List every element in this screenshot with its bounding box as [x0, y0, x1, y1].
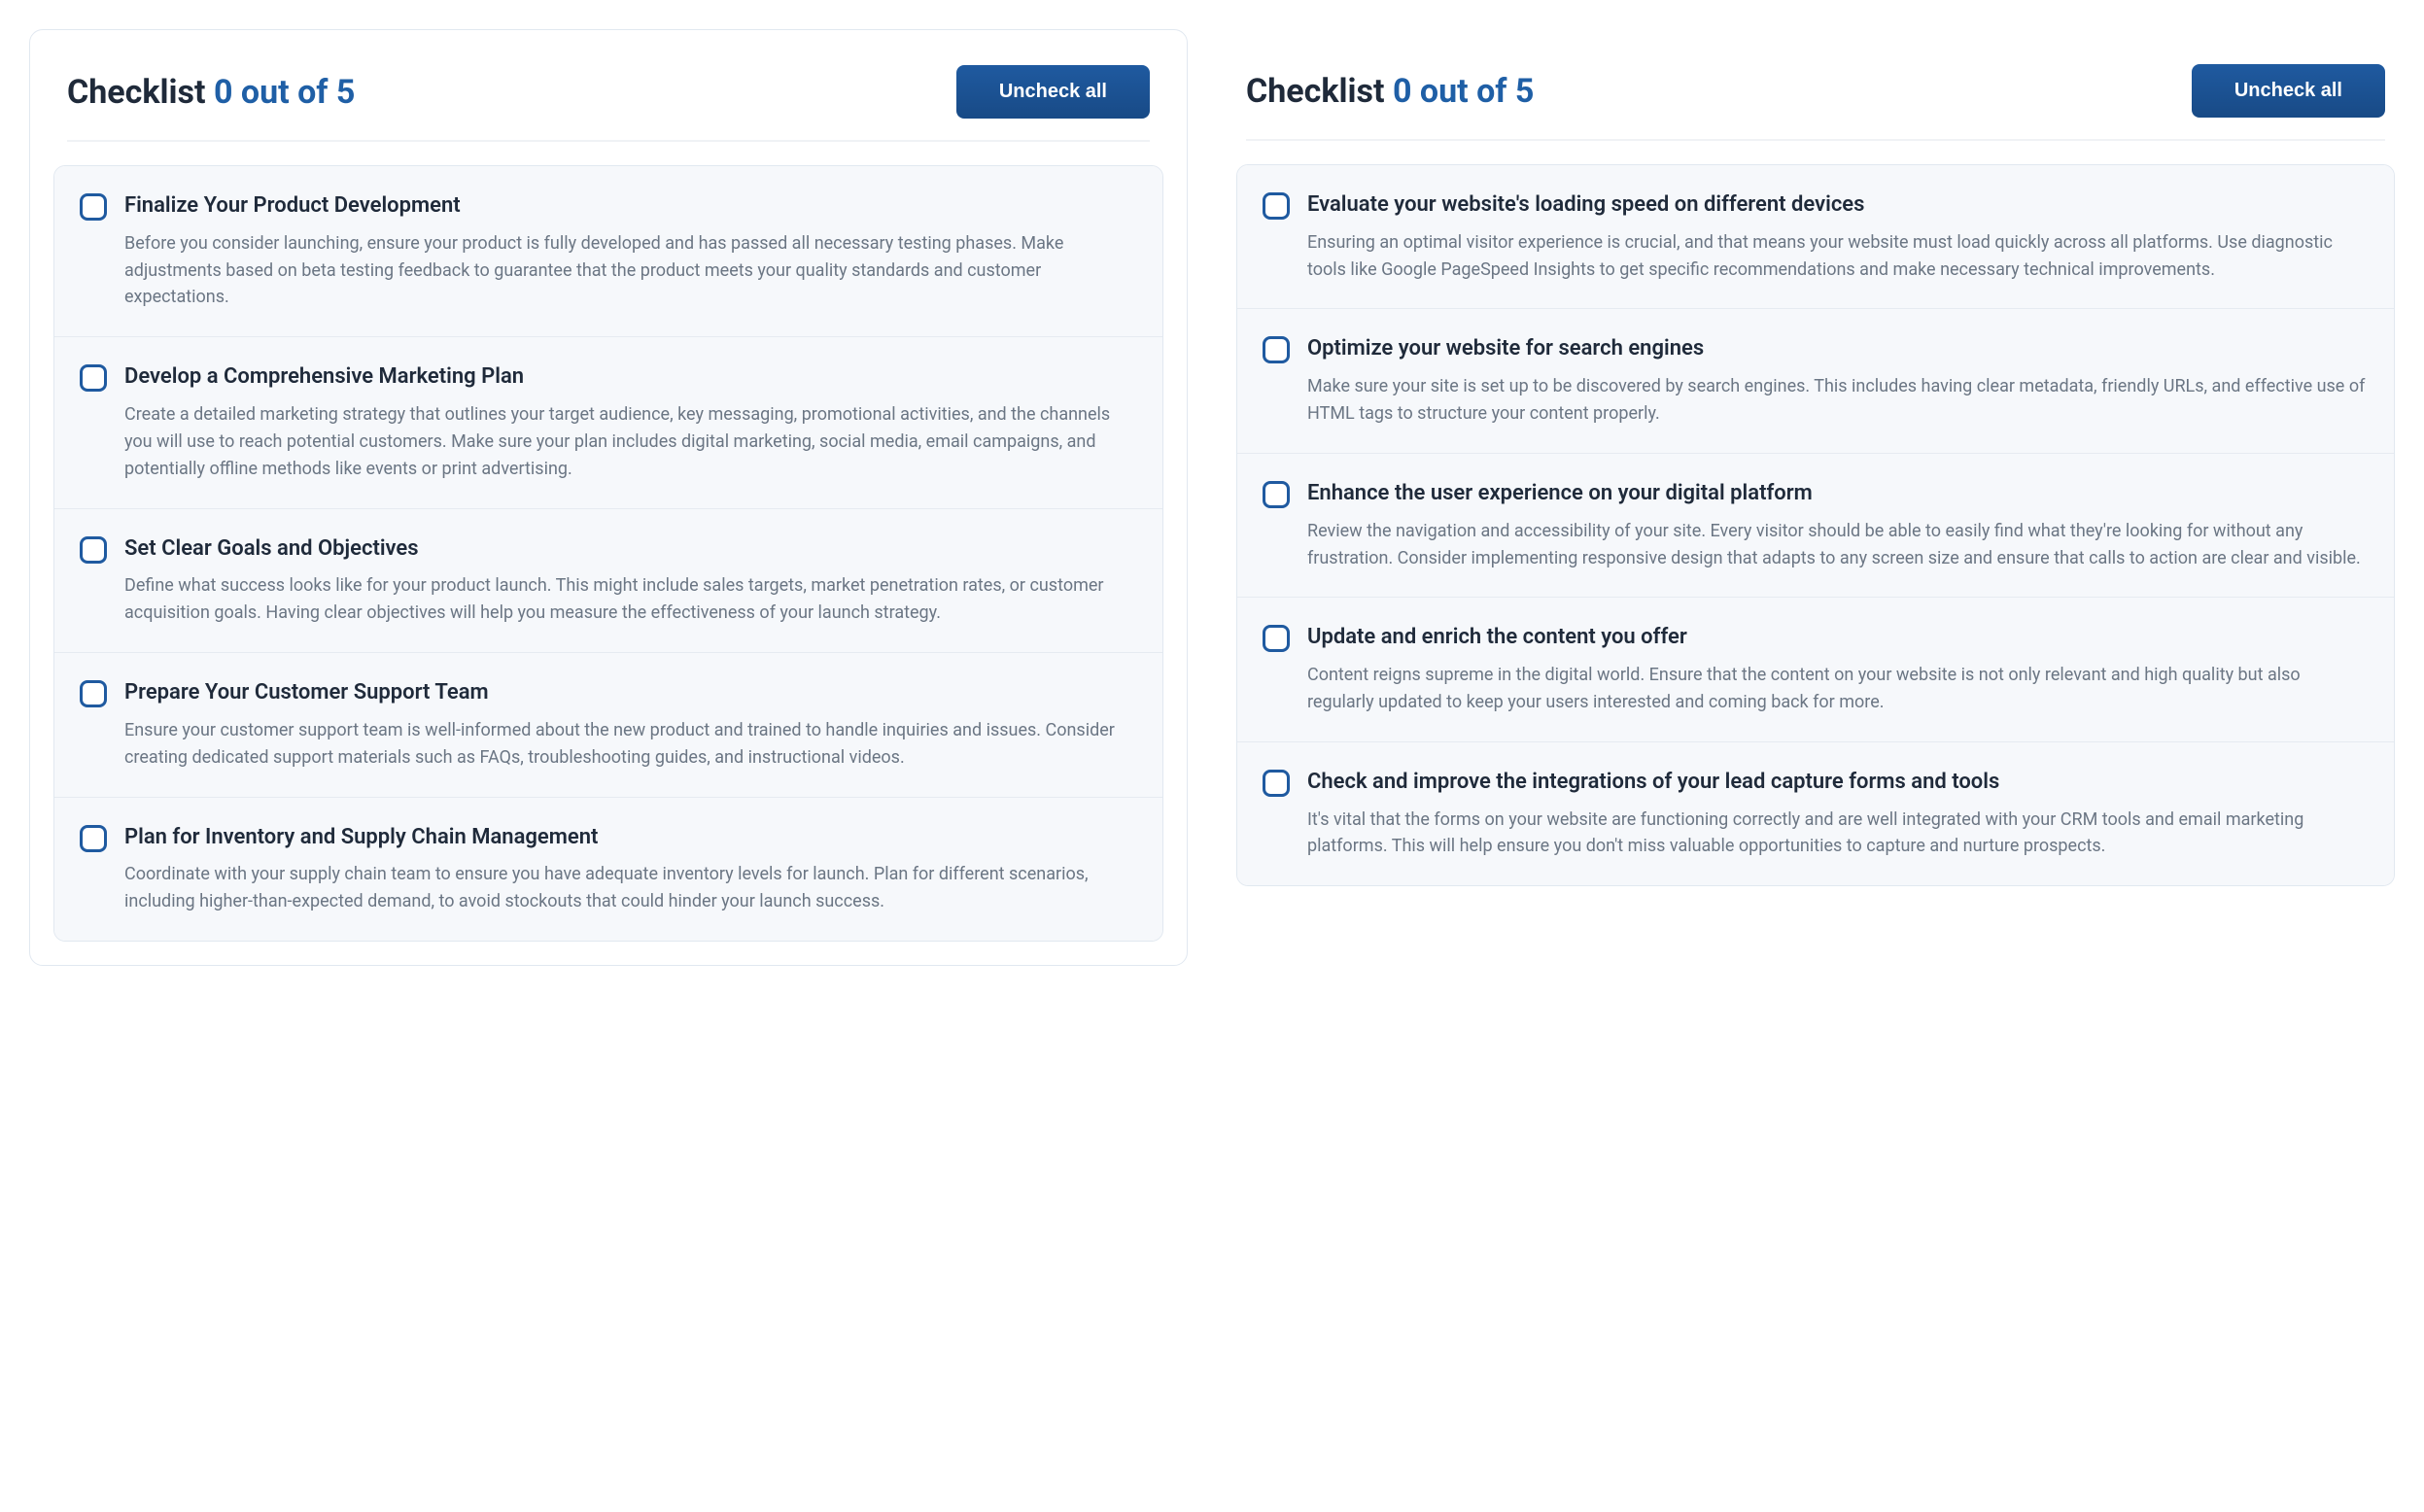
checkbox[interactable]	[80, 193, 107, 221]
item-body: Finalize Your Product Development Before…	[124, 191, 1137, 311]
title-prefix: Checklist	[67, 73, 214, 112]
card-header: Checklist 0 out of 5 Uncheck all	[1236, 29, 2395, 139]
item-description: Before you consider launching, ensure yo…	[124, 230, 1137, 312]
title-count: 0 out of 5	[1393, 72, 1534, 111]
items-container: Evaluate your website's loading speed on…	[1236, 164, 2395, 910]
item-description: Content reigns supreme in the digital wo…	[1307, 662, 2369, 716]
checklist-item: Plan for Inventory and Supply Chain Mana…	[54, 798, 1162, 941]
item-title: Check and improve the integrations of yo…	[1307, 768, 2369, 797]
left-column: Checklist 0 out of 5 Uncheck all Finaliz…	[29, 29, 1188, 966]
item-body: Develop a Comprehensive Marketing Plan C…	[124, 362, 1137, 482]
item-body: Plan for Inventory and Supply Chain Mana…	[124, 823, 1137, 915]
items-wrap: Finalize Your Product Development Before…	[53, 165, 1163, 942]
checklist-item: Evaluate your website's loading speed on…	[1237, 165, 2394, 309]
checkbox[interactable]	[1263, 770, 1290, 797]
item-description: It's vital that the forms on your websit…	[1307, 807, 2369, 861]
item-body: Prepare Your Customer Support Team Ensur…	[124, 678, 1137, 771]
item-title: Evaluate your website's loading speed on…	[1307, 190, 2369, 220]
checklist-title: Checklist 0 out of 5	[1246, 72, 1534, 111]
checklist-item: Prepare Your Customer Support Team Ensur…	[54, 653, 1162, 797]
item-title: Develop a Comprehensive Marketing Plan	[124, 362, 1137, 392]
checkbox[interactable]	[80, 536, 107, 564]
item-title: Finalize Your Product Development	[124, 191, 1137, 221]
item-title: Optimize your website for search engines	[1307, 334, 2369, 363]
item-body: Set Clear Goals and Objectives Define wh…	[124, 534, 1137, 627]
item-description: Ensure your customer support team is wel…	[124, 717, 1137, 772]
two-column-layout: Checklist 0 out of 5 Uncheck all Finaliz…	[29, 29, 2395, 966]
item-title: Enhance the user experience on your digi…	[1307, 479, 2369, 508]
header-divider	[1246, 139, 2385, 141]
item-title: Set Clear Goals and Objectives	[124, 534, 1137, 564]
item-title: Update and enrich the content you offer	[1307, 623, 2369, 652]
checklist-item: Develop a Comprehensive Marketing Plan C…	[54, 337, 1162, 508]
card-header: Checklist 0 out of 5 Uncheck all	[30, 30, 1187, 140]
checklist-item: Finalize Your Product Development Before…	[54, 166, 1162, 337]
uncheck-all-button[interactable]: Uncheck all	[2192, 64, 2385, 118]
right-column: Checklist 0 out of 5 Uncheck all Evaluat…	[1236, 29, 2395, 966]
item-description: Review the navigation and accessibility …	[1307, 518, 2369, 572]
checklist-item: Check and improve the integrations of yo…	[1237, 742, 2394, 885]
header-divider	[67, 140, 1150, 142]
item-body: Check and improve the integrations of yo…	[1307, 768, 2369, 860]
items-container: Finalize Your Product Development Before…	[30, 165, 1187, 965]
checklist-item: Enhance the user experience on your digi…	[1237, 454, 2394, 598]
item-description: Ensuring an optimal visitor experience i…	[1307, 229, 2369, 284]
item-body: Optimize your website for search engines…	[1307, 334, 2369, 427]
item-description: Coordinate with your supply chain team t…	[124, 861, 1137, 915]
item-description: Create a detailed marketing strategy tha…	[124, 401, 1137, 483]
checklist-item: Set Clear Goals and Objectives Define wh…	[54, 509, 1162, 653]
checkbox[interactable]	[1263, 336, 1290, 363]
checklist-card-left: Checklist 0 out of 5 Uncheck all Finaliz…	[29, 29, 1188, 966]
item-description: Define what success looks like for your …	[124, 572, 1137, 627]
checkbox[interactable]	[1263, 625, 1290, 652]
item-body: Evaluate your website's loading speed on…	[1307, 190, 2369, 283]
uncheck-all-button[interactable]: Uncheck all	[956, 65, 1150, 119]
checkbox[interactable]	[1263, 481, 1290, 508]
title-count: 0 out of 5	[214, 73, 355, 112]
item-body: Enhance the user experience on your digi…	[1307, 479, 2369, 571]
checkbox[interactable]	[80, 680, 107, 707]
checklist-card-right: Checklist 0 out of 5 Uncheck all Evaluat…	[1236, 29, 2395, 910]
checklist-title: Checklist 0 out of 5	[67, 73, 355, 112]
item-body: Update and enrich the content you offer …	[1307, 623, 2369, 715]
item-title: Prepare Your Customer Support Team	[124, 678, 1137, 707]
checkbox[interactable]	[80, 825, 107, 852]
item-title: Plan for Inventory and Supply Chain Mana…	[124, 823, 1137, 852]
item-description: Make sure your site is set up to be disc…	[1307, 373, 2369, 428]
checkbox[interactable]	[1263, 192, 1290, 220]
title-prefix: Checklist	[1246, 72, 1393, 111]
checkbox[interactable]	[80, 364, 107, 392]
items-wrap: Evaluate your website's loading speed on…	[1236, 164, 2395, 886]
checklist-item: Update and enrich the content you offer …	[1237, 598, 2394, 741]
checklist-item: Optimize your website for search engines…	[1237, 309, 2394, 453]
